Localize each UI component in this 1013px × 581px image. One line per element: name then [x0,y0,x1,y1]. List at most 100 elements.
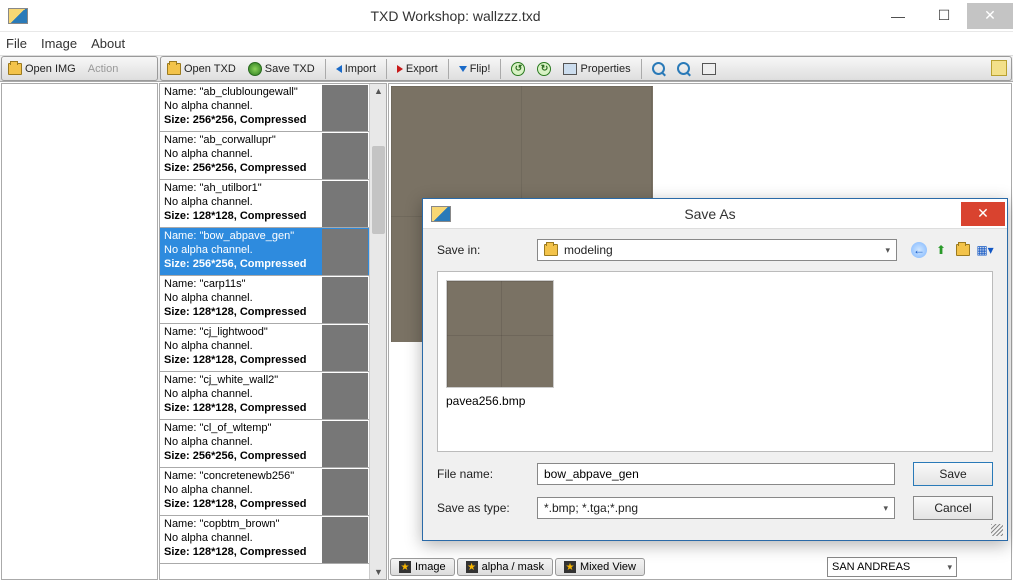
chevron-down-icon: ▾ [885,245,890,256]
texture-list-panel: Name: "ab_clubloungewall"No alpha channe… [159,83,387,580]
flip-icon [459,66,467,72]
texture-item[interactable]: Name: "cl_of_wltemp"No alpha channel.Siz… [160,420,369,468]
import-button[interactable]: Import [330,58,382,80]
dialog-title: Save As [459,206,961,222]
separator [325,59,326,79]
export-label: Export [406,63,438,75]
texture-alpha: No alpha channel. [164,532,317,546]
texture-size: Size: 128*128, Compressed [164,210,317,224]
texture-item[interactable]: Name: "carp11s"No alpha channel.Size: 12… [160,276,369,324]
close-button[interactable]: ✕ [967,3,1013,29]
zoom-out-icon [677,62,690,75]
texture-item[interactable]: Name: "ab_corwallupr"No alpha channel.Si… [160,132,369,180]
menu-about[interactable]: About [91,36,125,51]
save-type-value: *.bmp; *.tga;*.png [544,501,638,515]
properties-button[interactable]: Properties [557,58,636,80]
game-select[interactable]: SAN ANDREAS▾ [827,557,957,577]
maximize-button[interactable]: ☐ [921,3,967,29]
new-folder-icon[interactable] [955,242,971,258]
rotate-left-button[interactable]: ↺ [505,58,531,80]
rotate-left-icon: ↺ [511,62,525,76]
separator [386,59,387,79]
star-icon: ★ [466,561,478,573]
zoom-in-button[interactable] [646,58,671,80]
scroll-down-icon[interactable]: ▼ [374,567,383,577]
window-title: TXD Workshop: wallzzz.txd [36,8,875,24]
star-icon: ★ [399,561,411,573]
file-name: pavea256.bmp [446,394,554,408]
properties-icon [563,63,577,75]
texture-size: Size: 128*128, Compressed [164,402,317,416]
flip-button[interactable]: Flip! [453,58,497,80]
scrollbar[interactable]: ▲ ▼ [369,84,386,579]
folder-icon [167,63,181,75]
texture-list[interactable]: Name: "ab_clubloungewall"No alpha channe… [160,84,369,579]
texture-item[interactable]: Name: "bow_abpave_gen"No alpha channel.S… [160,228,369,276]
file-area[interactable]: pavea256.bmp [437,271,993,452]
texture-name: Name: "bow_abpave_gen" [164,230,317,244]
tab-image[interactable]: ★ Image [390,558,455,576]
texture-item[interactable]: Name: "copbtm_brown"No alpha channel.Siz… [160,516,369,564]
minimize-button[interactable]: — [875,3,921,29]
action-button[interactable]: Action [82,58,125,80]
menu-image[interactable]: Image [41,36,77,51]
disk-icon [248,62,262,76]
filename-label: File name: [437,467,529,481]
properties-label: Properties [580,63,630,75]
copy-icon [702,63,716,75]
export-button[interactable]: Export [391,58,444,80]
texture-thumb [322,133,368,179]
up-folder-icon[interactable]: ⬆ [933,242,949,258]
save-type-combo[interactable]: *.bmp; *.tga;*.png▾ [537,497,895,519]
texture-name: Name: "cj_lightwood" [164,326,317,340]
import-label: Import [345,63,376,75]
save-txd-label: Save TXD [265,63,315,75]
scroll-thumb[interactable] [372,146,385,234]
scroll-up-icon[interactable]: ▲ [374,86,383,96]
save-button[interactable]: Save [913,462,993,486]
bottom-tabs: ★ Image ★alpha / mask ★ Mixed View SAN AND… [390,556,957,578]
texture-info: Name: "carp11s"No alpha channel.Size: 12… [160,276,321,323]
copy-button[interactable] [696,58,722,80]
texture-item[interactable]: Name: "cj_lightwood"No alpha channel.Siz… [160,324,369,372]
img-panel [1,83,158,580]
rotate-right-icon: ↻ [537,62,551,76]
tab-mixed[interactable]: ★ Mixed View [555,558,645,576]
zoom-out-button[interactable] [671,58,696,80]
texture-name: Name: "cl_of_wltemp" [164,422,317,436]
titlebar: TXD Workshop: wallzzz.txd — ☐ ✕ [0,0,1013,32]
file-item[interactable]: pavea256.bmp [446,280,554,408]
texture-item[interactable]: Name: "ab_clubloungewall"No alpha channe… [160,84,369,132]
texture-info: Name: "ab_corwallupr"No alpha channel.Si… [160,132,321,179]
tab-image-label: Image [415,561,446,573]
texture-item[interactable]: Name: "ah_utilbor1"No alpha channel.Size… [160,180,369,228]
tab-mixed-label: Mixed View [580,561,636,573]
dialog-icon [431,206,451,222]
cancel-button[interactable]: Cancel [913,496,993,520]
tab-alpha[interactable]: ★alpha / mask [457,558,553,576]
texture-alpha: No alpha channel. [164,484,317,498]
separator [500,59,501,79]
zoom-in-icon [652,62,665,75]
open-txd-button[interactable]: Open TXD [161,58,242,80]
open-img-button[interactable]: Open IMG [2,58,82,80]
texture-alpha: No alpha channel. [164,244,317,258]
star-icon: ★ [564,561,576,573]
view-menu-icon[interactable]: ▦▾ [977,242,993,258]
texture-item[interactable]: Name: "cj_white_wall2"No alpha channel.S… [160,372,369,420]
dialog-close-button[interactable]: ✕ [961,202,1005,226]
texture-name: Name: "ah_utilbor1" [164,182,317,196]
resize-grip[interactable] [991,524,1003,536]
texture-name: Name: "carp11s" [164,278,317,292]
menu-file[interactable]: File [6,36,27,51]
save-txd-button[interactable]: Save TXD [242,58,321,80]
texture-item[interactable]: Name: "concretenewb256"No alpha channel.… [160,468,369,516]
notes-icon[interactable] [991,60,1007,76]
save-in-combo[interactable]: modeling ▾ [537,239,897,261]
file-thumbnail [446,280,554,388]
rotate-right-button[interactable]: ↻ [531,58,557,80]
back-icon[interactable]: ← [911,242,927,258]
texture-name: Name: "ab_corwallupr" [164,134,317,148]
filename-input[interactable] [537,463,895,485]
flip-label: Flip! [470,63,491,75]
